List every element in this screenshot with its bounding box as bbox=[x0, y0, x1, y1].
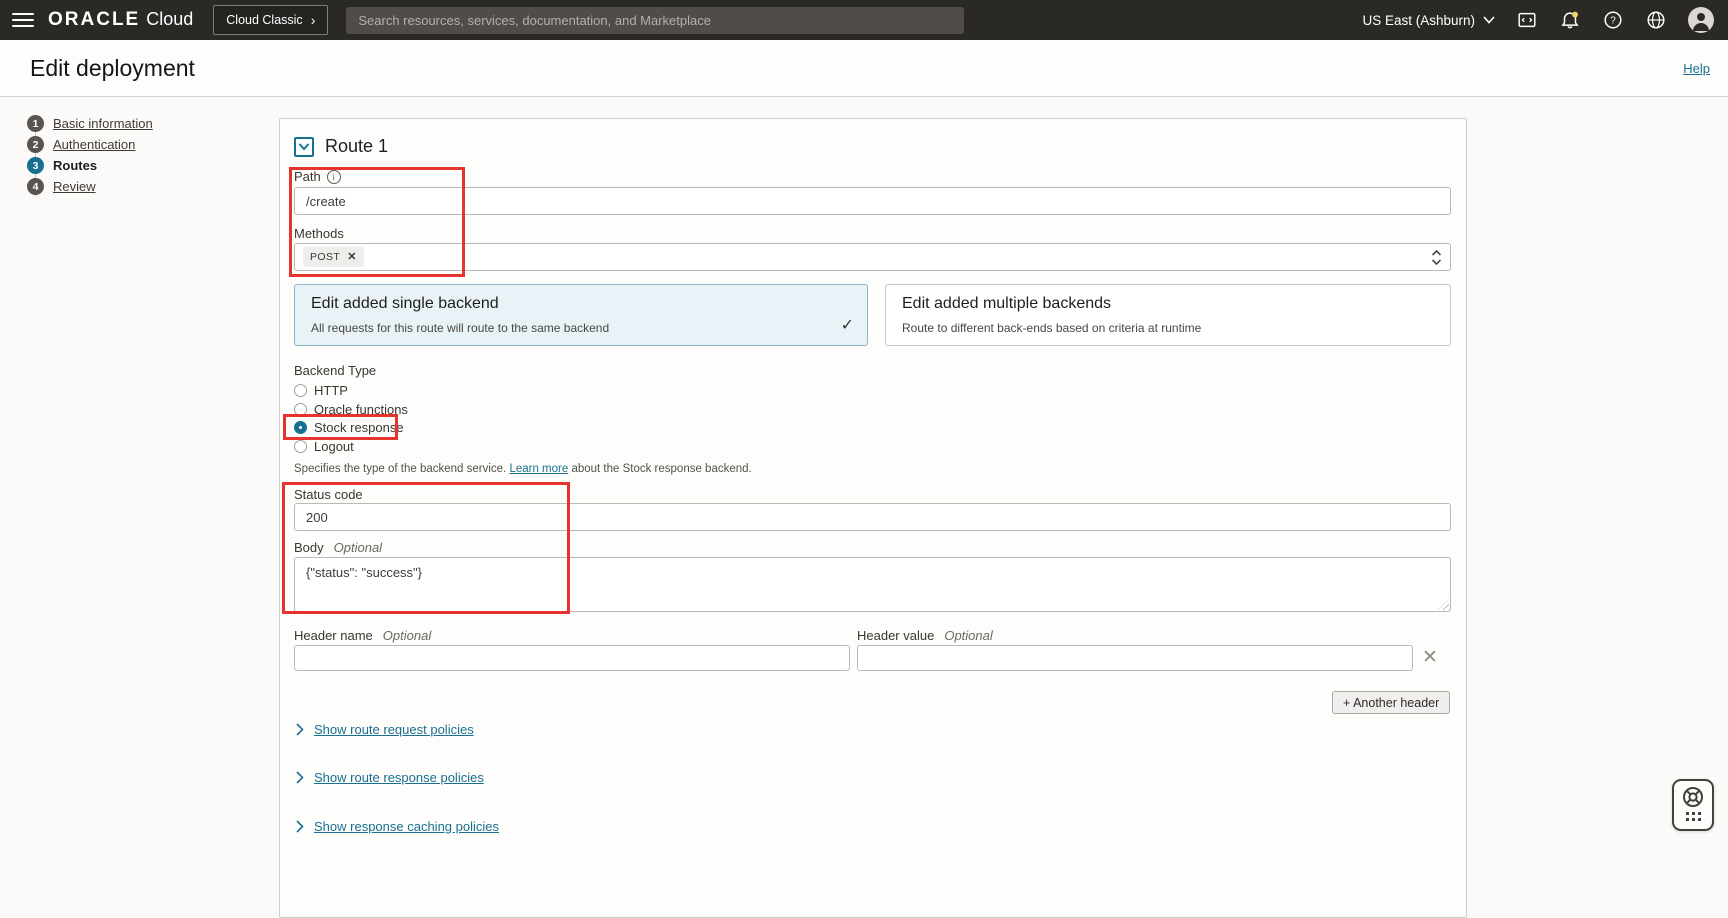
route-request-policies-toggle[interactable]: Show route request policies bbox=[296, 721, 474, 737]
method-chip-label: POST bbox=[310, 251, 340, 263]
policy-link[interactable]: Show response caching policies bbox=[314, 819, 499, 834]
remove-method-icon[interactable]: ✕ bbox=[347, 252, 357, 263]
header-name-label: Header name Optional bbox=[294, 628, 431, 643]
step-routes: 3 Routes bbox=[27, 157, 97, 174]
status-code-input[interactable] bbox=[294, 503, 1451, 531]
radio-icon[interactable] bbox=[294, 384, 307, 397]
chevron-right-icon: › bbox=[311, 13, 316, 27]
response-caching-policies-toggle[interactable]: Show response caching policies bbox=[296, 818, 499, 834]
drag-dots-icon bbox=[1686, 812, 1701, 821]
header-value-label: Header value Optional bbox=[857, 628, 993, 643]
optional-tag: Optional bbox=[944, 628, 992, 643]
step-basic-information[interactable]: 1 Basic information bbox=[27, 115, 153, 132]
learn-more-link[interactable]: Learn more bbox=[509, 463, 568, 475]
route-title: Route 1 bbox=[325, 136, 388, 157]
step-number: 4 bbox=[27, 178, 44, 195]
lifebuoy-icon bbox=[1681, 785, 1705, 809]
page-title-bar: Edit deployment Help bbox=[0, 40, 1728, 97]
help-question-icon[interactable]: ? bbox=[1602, 9, 1624, 31]
step-label[interactable]: Review bbox=[53, 179, 96, 194]
chevron-right-icon bbox=[296, 771, 304, 784]
radio-stock-response[interactable]: Stock response bbox=[294, 419, 404, 435]
card-subtitle: All requests for this route will route t… bbox=[311, 321, 851, 335]
cloud-classic-button[interactable]: Cloud Classic › bbox=[213, 5, 328, 35]
card-subtitle: Route to different back-ends based on cr… bbox=[902, 321, 1434, 335]
region-label: US East (Ashburn) bbox=[1362, 13, 1475, 28]
help-link[interactable]: Help bbox=[1683, 61, 1710, 76]
backend-type-help-text: Specifies the type of the backend servic… bbox=[294, 463, 752, 475]
step-label: Routes bbox=[53, 158, 97, 173]
chevron-right-icon bbox=[296, 723, 304, 736]
route-response-policies-toggle[interactable]: Show route response policies bbox=[296, 769, 484, 785]
page-title: Edit deployment bbox=[30, 55, 195, 82]
menu-icon[interactable] bbox=[12, 13, 34, 27]
oracle-cloud-logo: ORACLE Cloud bbox=[48, 9, 193, 31]
step-number: 3 bbox=[27, 157, 44, 174]
card-title: Edit added multiple backends bbox=[902, 295, 1434, 313]
remove-header-icon[interactable]: ✕ bbox=[1422, 646, 1438, 669]
step-label[interactable]: Authentication bbox=[53, 137, 135, 152]
methods-select[interactable]: POST ✕ bbox=[294, 243, 1451, 271]
radio-http[interactable]: HTTP bbox=[294, 382, 348, 398]
cloud-classic-label: Cloud Classic bbox=[226, 13, 302, 27]
collapse-route-checkbox[interactable] bbox=[294, 137, 314, 157]
policy-link[interactable]: Show route response policies bbox=[314, 770, 484, 785]
another-header-button[interactable]: + Another header bbox=[1332, 691, 1450, 714]
radio-oracle-functions[interactable]: Oracle functions bbox=[294, 401, 408, 417]
radio-selected-icon[interactable] bbox=[294, 421, 307, 434]
radio-logout[interactable]: Logout bbox=[294, 438, 354, 454]
floating-help-widget[interactable] bbox=[1672, 779, 1714, 831]
step-authentication[interactable]: 2 Authentication bbox=[27, 136, 135, 153]
cloud-shell-icon[interactable] bbox=[1516, 9, 1538, 31]
brand-cloud: Cloud bbox=[146, 9, 193, 30]
brand-oracle: ORACLE bbox=[48, 9, 140, 31]
checkmark-icon: ✓ bbox=[841, 315, 854, 335]
notifications-bell-icon[interactable] bbox=[1559, 9, 1581, 31]
chevron-down-icon bbox=[298, 143, 310, 151]
chevron-down-icon bbox=[1483, 16, 1495, 24]
topbar-actions: US East (Ashburn) ? bbox=[1362, 7, 1728, 33]
route-header: Route 1 bbox=[294, 136, 388, 157]
info-icon[interactable]: i bbox=[327, 170, 341, 184]
multiple-backends-card[interactable]: Edit added multiple backends Route to di… bbox=[885, 284, 1451, 346]
radio-icon[interactable] bbox=[294, 403, 307, 416]
status-code-label: Status code bbox=[294, 487, 363, 502]
methods-label: Methods bbox=[294, 226, 344, 241]
header-value-input[interactable] bbox=[857, 645, 1413, 671]
header-name-input[interactable] bbox=[294, 645, 850, 671]
step-label[interactable]: Basic information bbox=[53, 116, 153, 131]
route-panel: Route 1 Path i Methods POST ✕ Edit added… bbox=[279, 118, 1467, 918]
path-label: Path i bbox=[294, 169, 341, 184]
card-title: Edit added single backend bbox=[311, 295, 851, 313]
chevron-right-icon bbox=[296, 820, 304, 833]
step-review[interactable]: 4 Review bbox=[27, 178, 96, 195]
top-navigation-bar: ORACLE Cloud Cloud Classic › US East (As… bbox=[0, 0, 1728, 40]
body-label: Body Optional bbox=[294, 540, 382, 555]
search-input[interactable] bbox=[346, 7, 964, 34]
region-selector[interactable]: US East (Ashburn) bbox=[1362, 13, 1495, 28]
radio-icon[interactable] bbox=[294, 440, 307, 453]
select-spinner-icon[interactable] bbox=[1431, 249, 1442, 266]
user-avatar[interactable] bbox=[1688, 7, 1714, 33]
single-backend-card[interactable]: Edit added single backend All requests f… bbox=[294, 284, 868, 346]
step-number: 2 bbox=[27, 136, 44, 153]
language-globe-icon[interactable] bbox=[1645, 9, 1667, 31]
optional-tag: Optional bbox=[383, 628, 431, 643]
svg-text:?: ? bbox=[1610, 16, 1616, 27]
backend-type-label: Backend Type bbox=[294, 363, 376, 378]
path-input[interactable] bbox=[294, 187, 1451, 215]
policy-link[interactable]: Show route request policies bbox=[314, 722, 474, 737]
method-chip-post: POST ✕ bbox=[303, 247, 364, 267]
optional-tag: Optional bbox=[334, 540, 382, 555]
step-number: 1 bbox=[27, 115, 44, 132]
body-textarea[interactable]: {"status": "success"} bbox=[294, 557, 1451, 612]
